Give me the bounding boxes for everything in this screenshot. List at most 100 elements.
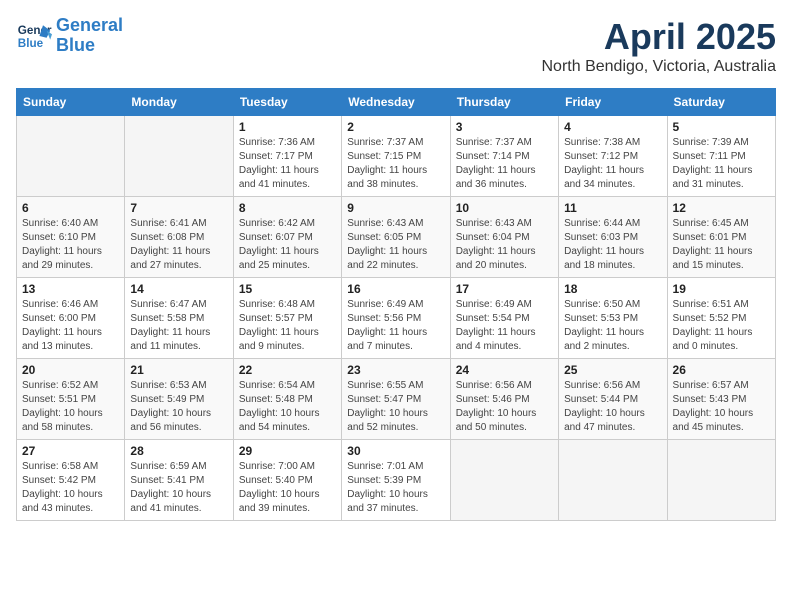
day-number: 28	[130, 444, 227, 458]
day-info: Sunrise: 6:51 AM Sunset: 5:52 PM Dayligh…	[673, 298, 770, 354]
calendar-header-row: Sunday Monday Tuesday Wednesday Thursday…	[17, 89, 776, 116]
calendar-week-row: 1 Sunrise: 7:36 AM Sunset: 7:17 PM Daylig…	[17, 116, 776, 197]
day-info: Sunrise: 6:59 AM Sunset: 5:41 PM Dayligh…	[130, 460, 227, 516]
day-number: 14	[130, 282, 227, 296]
day-number: 13	[22, 282, 119, 296]
logo-line1: General	[56, 16, 123, 36]
day-number: 30	[347, 444, 444, 458]
calendar-week-row: 27 Sunrise: 6:58 AM Sunset: 5:42 PM Dayli…	[17, 440, 776, 521]
table-row: 3 Sunrise: 7:37 AM Sunset: 7:14 PM Daylig…	[450, 116, 558, 197]
table-row: 21Sunrise: 6:53 AM Sunset: 5:49 PM Dayli…	[125, 359, 233, 440]
day-info: Sunrise: 6:42 AM Sunset: 6:07 PM Dayligh…	[239, 217, 336, 273]
table-row: 28 Sunrise: 6:59 AM Sunset: 5:41 PM Dayli…	[125, 440, 233, 521]
table-row: 6 Sunrise: 6:40 AM Sunset: 6:10 PM Daylig…	[17, 197, 125, 278]
header-sunday: Sunday	[17, 89, 125, 116]
day-info: Sunrise: 6:43 AM Sunset: 6:04 PM Dayligh…	[456, 217, 553, 273]
calendar-week-row: 20Sunrise: 6:52 AM Sunset: 5:51 PM Dayli…	[17, 359, 776, 440]
table-row	[125, 116, 233, 197]
table-row: 23 Sunrise: 6:55 AM Sunset: 5:47 PM Dayli…	[342, 359, 450, 440]
table-row: 9Sunrise: 6:43 AM Sunset: 6:05 PM Daylig…	[342, 197, 450, 278]
day-info: Sunrise: 6:45 AM Sunset: 6:01 PM Dayligh…	[673, 217, 770, 273]
svg-text:Blue: Blue	[18, 37, 44, 50]
day-number: 26	[673, 363, 770, 377]
day-number: 12	[673, 201, 770, 215]
table-row: 1 Sunrise: 7:36 AM Sunset: 7:17 PM Daylig…	[233, 116, 341, 197]
table-row: 27 Sunrise: 6:58 AM Sunset: 5:42 PM Dayli…	[17, 440, 125, 521]
table-row: 18 Sunrise: 6:50 AM Sunset: 5:53 PM Dayli…	[559, 278, 667, 359]
day-info: Sunrise: 6:56 AM Sunset: 5:44 PM Dayligh…	[564, 379, 661, 435]
day-info: Sunrise: 6:57 AM Sunset: 5:43 PM Dayligh…	[673, 379, 770, 435]
table-row	[559, 440, 667, 521]
table-row: 15 Sunrise: 6:48 AM Sunset: 5:57 PM Dayli…	[233, 278, 341, 359]
day-info: Sunrise: 6:44 AM Sunset: 6:03 PM Dayligh…	[564, 217, 661, 273]
day-number: 22	[239, 363, 336, 377]
table-row: 24Sunrise: 6:56 AM Sunset: 5:46 PM Dayli…	[450, 359, 558, 440]
title-area: April 2025 North Bendigo, Victoria, Aust…	[542, 16, 777, 76]
table-row	[17, 116, 125, 197]
day-number: 5	[673, 120, 770, 134]
table-row: 7Sunrise: 6:41 AM Sunset: 6:08 PM Daylig…	[125, 197, 233, 278]
table-row: 17Sunrise: 6:49 AM Sunset: 5:54 PM Dayli…	[450, 278, 558, 359]
table-row: 22 Sunrise: 6:54 AM Sunset: 5:48 PM Dayli…	[233, 359, 341, 440]
table-row: 14Sunrise: 6:47 AM Sunset: 5:58 PM Dayli…	[125, 278, 233, 359]
table-row: 4Sunrise: 7:38 AM Sunset: 7:12 PM Daylig…	[559, 116, 667, 197]
day-number: 18	[564, 282, 661, 296]
table-row: 26 Sunrise: 6:57 AM Sunset: 5:43 PM Dayli…	[667, 359, 775, 440]
day-info: Sunrise: 6:54 AM Sunset: 5:48 PM Dayligh…	[239, 379, 336, 435]
day-number: 20	[22, 363, 119, 377]
table-row: 20Sunrise: 6:52 AM Sunset: 5:51 PM Dayli…	[17, 359, 125, 440]
calendar-subtitle: North Bendigo, Victoria, Australia	[542, 58, 777, 76]
day-info: Sunrise: 6:43 AM Sunset: 6:05 PM Dayligh…	[347, 217, 444, 273]
table-row: 29Sunrise: 7:00 AM Sunset: 5:40 PM Dayli…	[233, 440, 341, 521]
table-row: 2 Sunrise: 7:37 AM Sunset: 7:15 PM Daylig…	[342, 116, 450, 197]
day-number: 11	[564, 201, 661, 215]
day-info: Sunrise: 6:40 AM Sunset: 6:10 PM Dayligh…	[22, 217, 119, 273]
table-row: 5Sunrise: 7:39 AM Sunset: 7:11 PM Daylig…	[667, 116, 775, 197]
table-row: 19Sunrise: 6:51 AM Sunset: 5:52 PM Dayli…	[667, 278, 775, 359]
day-info: Sunrise: 6:56 AM Sunset: 5:46 PM Dayligh…	[456, 379, 553, 435]
day-number: 8	[239, 201, 336, 215]
day-number: 16	[347, 282, 444, 296]
day-number: 3	[456, 120, 553, 134]
day-info: Sunrise: 7:01 AM Sunset: 5:39 PM Dayligh…	[347, 460, 444, 516]
day-number: 25	[564, 363, 661, 377]
day-info: Sunrise: 7:37 AM Sunset: 7:14 PM Dayligh…	[456, 136, 553, 192]
day-info: Sunrise: 6:50 AM Sunset: 5:53 PM Dayligh…	[564, 298, 661, 354]
day-info: Sunrise: 6:55 AM Sunset: 5:47 PM Dayligh…	[347, 379, 444, 435]
header-wednesday: Wednesday	[342, 89, 450, 116]
calendar-table: Sunday Monday Tuesday Wednesday Thursday…	[16, 88, 776, 521]
day-info: Sunrise: 6:41 AM Sunset: 6:08 PM Dayligh…	[130, 217, 227, 273]
header-friday: Friday	[559, 89, 667, 116]
day-info: Sunrise: 6:49 AM Sunset: 5:56 PM Dayligh…	[347, 298, 444, 354]
table-row	[450, 440, 558, 521]
day-info: Sunrise: 6:49 AM Sunset: 5:54 PM Dayligh…	[456, 298, 553, 354]
table-row: 12 Sunrise: 6:45 AM Sunset: 6:01 PM Dayli…	[667, 197, 775, 278]
table-row: 13Sunrise: 6:46 AM Sunset: 6:00 PM Dayli…	[17, 278, 125, 359]
day-number: 10	[456, 201, 553, 215]
day-number: 15	[239, 282, 336, 296]
day-number: 27	[22, 444, 119, 458]
calendar-title: April 2025	[542, 16, 777, 58]
day-info: Sunrise: 7:37 AM Sunset: 7:15 PM Dayligh…	[347, 136, 444, 192]
table-row: 11 Sunrise: 6:44 AM Sunset: 6:03 PM Dayli…	[559, 197, 667, 278]
header-thursday: Thursday	[450, 89, 558, 116]
header: General Blue General Blue April 2025 Nor…	[16, 16, 776, 76]
day-info: Sunrise: 6:58 AM Sunset: 5:42 PM Dayligh…	[22, 460, 119, 516]
day-number: 2	[347, 120, 444, 134]
day-info: Sunrise: 6:48 AM Sunset: 5:57 PM Dayligh…	[239, 298, 336, 354]
header-monday: Monday	[125, 89, 233, 116]
logo: General Blue General Blue	[16, 16, 123, 56]
header-tuesday: Tuesday	[233, 89, 341, 116]
day-number: 21	[130, 363, 227, 377]
day-number: 6	[22, 201, 119, 215]
day-info: Sunrise: 7:36 AM Sunset: 7:17 PM Dayligh…	[239, 136, 336, 192]
day-number: 23	[347, 363, 444, 377]
logo-line2: Blue	[56, 36, 123, 56]
calendar-week-row: 6 Sunrise: 6:40 AM Sunset: 6:10 PM Daylig…	[17, 197, 776, 278]
header-saturday: Saturday	[667, 89, 775, 116]
calendar-week-row: 13Sunrise: 6:46 AM Sunset: 6:00 PM Dayli…	[17, 278, 776, 359]
day-number: 1	[239, 120, 336, 134]
table-row: 16 Sunrise: 6:49 AM Sunset: 5:56 PM Dayli…	[342, 278, 450, 359]
table-row	[667, 440, 775, 521]
table-row: 25 Sunrise: 6:56 AM Sunset: 5:44 PM Dayli…	[559, 359, 667, 440]
